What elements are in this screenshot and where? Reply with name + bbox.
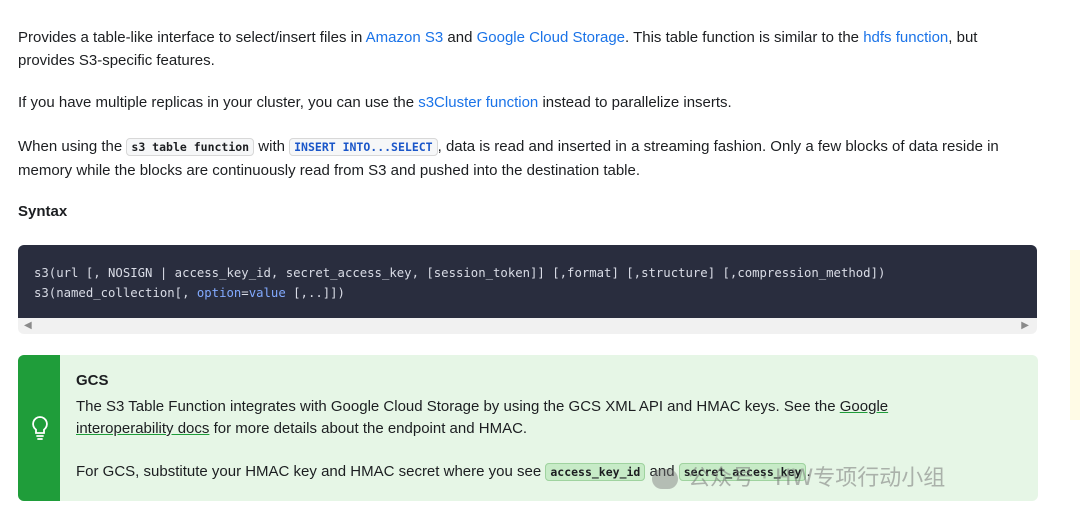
code-token: [,..]]) xyxy=(285,286,345,300)
text: When using the xyxy=(18,138,127,155)
code-token-value: value xyxy=(248,286,286,300)
watermark: 公众号 · HW专项行动小组 xyxy=(652,460,945,492)
text: with xyxy=(254,138,290,155)
watermark-text: 公众号 · HW专项行动小组 xyxy=(688,466,946,491)
text: If you have multiple replicas in your cl… xyxy=(18,94,419,111)
code-line-2: s3(named_collection[, option=value [,..]… xyxy=(34,286,345,300)
lightbulb-icon xyxy=(32,416,48,440)
admonition-bar xyxy=(18,355,60,501)
code-text: s3(url [, NOSIGN | access_key_id, secret… xyxy=(34,263,885,303)
s3cluster-function-link[interactable]: s3Cluster function xyxy=(418,94,538,111)
inline-code-insert-select[interactable]: INSERT INTO...SELECT xyxy=(289,138,438,156)
text: for more details about the endpoint and … xyxy=(209,420,528,437)
code-token: = xyxy=(241,286,249,300)
code-token-option: option xyxy=(196,286,242,300)
intro-paragraph: Provides a table-like interface to selec… xyxy=(18,26,1033,72)
text: and xyxy=(443,29,477,46)
code-horizontal-scrollbar[interactable]: ◀ ▶ xyxy=(18,318,1037,334)
inline-code-s3: s3 table function xyxy=(126,138,255,156)
wechat-icon xyxy=(652,469,678,489)
admonition-body: The S3 Table Function integrates with Go… xyxy=(76,396,976,440)
text: Provides a table-like interface to selec… xyxy=(18,29,366,46)
google-cloud-storage-link[interactable]: Google Cloud Storage xyxy=(477,29,625,46)
replicas-paragraph: If you have multiple replicas in your cl… xyxy=(18,91,732,114)
text: . This table function is similar to the xyxy=(625,29,864,46)
syntax-code-block: s3(url [, NOSIGN | access_key_id, secret… xyxy=(18,245,1037,318)
side-panel-edge xyxy=(1070,250,1080,420)
chevron-right-icon[interactable]: ▶ xyxy=(1021,320,1029,331)
text: The S3 Table Function integrates with Go… xyxy=(76,398,840,415)
hdfs-function-link[interactable]: hdfs function xyxy=(863,29,948,46)
text: For GCS, substitute your HMAC key and HM… xyxy=(76,463,546,480)
streaming-paragraph: When using the s3 table function with IN… xyxy=(18,135,1018,182)
admonition-title: GCS xyxy=(76,372,109,389)
text: instead to parallelize inserts. xyxy=(538,94,732,111)
inline-code-access-key-id: access_key_id xyxy=(545,463,646,481)
amazon-s3-link[interactable]: Amazon S3 xyxy=(366,29,444,46)
syntax-heading: Syntax xyxy=(18,203,68,220)
code-line-1: s3(url [, NOSIGN | access_key_id, secret… xyxy=(34,266,886,280)
chevron-left-icon[interactable]: ◀ xyxy=(24,320,32,331)
code-token: s3(named_collection[, xyxy=(34,286,197,300)
